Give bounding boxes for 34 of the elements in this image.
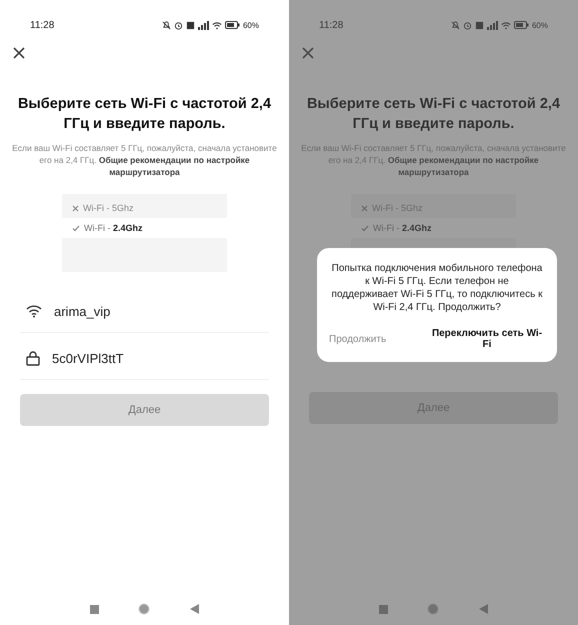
signal-icon — [198, 20, 209, 30]
alarm-icon — [462, 20, 472, 30]
signal-icon — [486, 20, 498, 30]
home-icon[interactable] — [427, 603, 440, 615]
battery-icon — [224, 21, 240, 29]
network-label: Wi-Fi - 2.4Ghz — [373, 223, 432, 233]
battery-icon — [514, 21, 529, 29]
password-field[interactable]: 5c0rVIPl3ttT — [52, 350, 232, 366]
battery-percent: 60% — [242, 20, 259, 30]
home-icon[interactable] — [138, 603, 150, 615]
wifi-icon — [212, 20, 222, 30]
bell-off-icon — [450, 20, 460, 30]
recent-apps-icon[interactable] — [378, 604, 388, 614]
status-time: 11:28 — [30, 20, 54, 30]
page-title: Выберите сеть Wi-Fi с частотой 2,4 ГГц и введите пароль. — [16, 95, 272, 134]
back-icon[interactable] — [190, 604, 200, 614]
network-label: Wi-Fi - 5Ghz — [83, 203, 134, 213]
bell-off-icon — [162, 20, 171, 30]
back-icon[interactable] — [479, 604, 488, 614]
lock-icon — [26, 350, 40, 366]
page-title: Выберите сеть Wi-Fi с частотой 2,4 ГГц и введите пароль. — [306, 95, 562, 134]
dialog-message: Попытка подключения мобильного телефона к Wi-Fi 5 ГГц. Если телефон не поддерживает Wi-Fi 5 ГГц, то подключитесь к Wi-Fi 2,4 ГГц. Продолжить? — [331, 262, 543, 314]
recent-apps-icon[interactable] — [90, 604, 99, 614]
network-label: Wi-Fi - 2.4Ghz — [84, 223, 143, 233]
wifi-icon — [26, 304, 42, 318]
switch-network-button[interactable]: Переключить сеть Wi-Fi — [427, 326, 547, 352]
network-field[interactable]: arima_vip — [54, 304, 234, 318]
alarm-icon — [174, 20, 183, 30]
continue-button[interactable]: Продолжить — [327, 332, 388, 346]
close-icon[interactable] — [12, 46, 26, 60]
status-time: 11:28 — [319, 20, 344, 30]
wifi-icon — [500, 20, 511, 30]
hint-text: Если ваш Wi-Fi составляет 5 ГГц, пожалуйста, сначала установите его на 2,4 ГГц. Общие рекомендации по настройке маршрутизатора — [12, 142, 277, 178]
battery-percent: 60% — [532, 20, 548, 30]
